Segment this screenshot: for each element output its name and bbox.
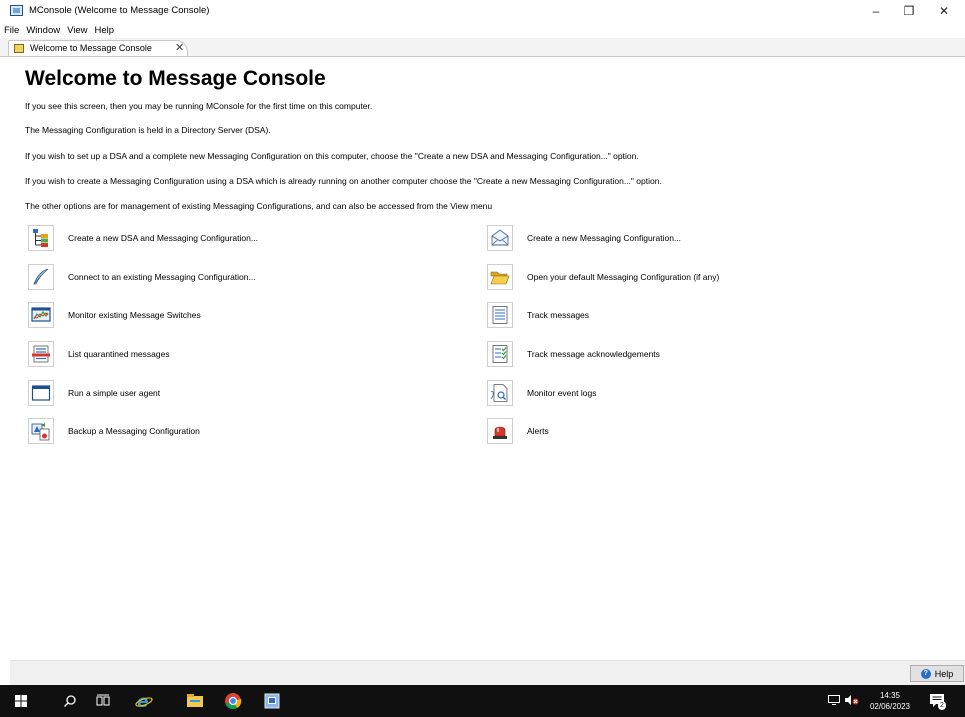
status-bar: ? Help <box>10 660 965 686</box>
option-label[interactable]: Create a new DSA and Messaging Configura… <box>68 233 258 243</box>
option-label[interactable]: Connect to an existing Messaging Configu… <box>68 272 256 282</box>
option-monitor-event-logs[interactable]: Monitor event logs <box>487 380 596 406</box>
dsa-paragraph: The Messaging Configuration is held in a… <box>25 125 271 135</box>
option-label[interactable]: Open your default Messaging Configuratio… <box>527 272 719 282</box>
taskbar: e 14:35 02/06/2023 2 <box>0 685 965 717</box>
minimize-button[interactable]: – <box>862 2 890 20</box>
alarm-light-icon[interactable] <box>487 418 513 444</box>
feather-pen-icon[interactable] <box>28 264 54 290</box>
option-label[interactable]: Create a new Messaging Configuration... <box>527 233 681 243</box>
menu-view[interactable]: View <box>63 23 90 38</box>
option-label[interactable]: List quarantined messages <box>68 349 170 359</box>
option-label[interactable]: Track message acknowledgements <box>527 349 660 359</box>
option-monitor-switches[interactable]: Monitor existing Message Switches <box>28 302 201 328</box>
option-alerts[interactable]: Alerts <box>487 418 549 444</box>
option-label[interactable]: Run a simple user agent <box>68 388 160 398</box>
windows-start-icon[interactable] <box>6 685 36 717</box>
option-label[interactable]: Alerts <box>527 426 549 436</box>
folder-open-icon[interactable] <box>487 264 513 290</box>
option-open-default-config[interactable]: Open your default Messaging Configuratio… <box>487 264 719 290</box>
file-explorer-icon[interactable] <box>180 685 210 717</box>
help-button[interactable]: ? Help <box>910 665 964 682</box>
menu-window[interactable]: Window <box>22 23 63 38</box>
option-label[interactable]: Backup a Messaging Configuration <box>68 426 200 436</box>
option-track-messages[interactable]: Track messages <box>487 302 589 328</box>
document-search-icon[interactable] <box>487 380 513 406</box>
option-list-quarantined[interactable]: List quarantined messages <box>28 341 170 367</box>
window-titlebar: MConsole (Welcome to Message Console) – … <box>0 0 965 22</box>
chrome-icon[interactable] <box>218 685 248 717</box>
maximize-button[interactable]: ❐ <box>895 2 923 20</box>
help-icon: ? <box>920 668 931 679</box>
window-title: MConsole (Welcome to Message Console) <box>29 5 210 16</box>
window-icon[interactable] <box>28 380 54 406</box>
menu-file[interactable]: File <box>0 23 22 38</box>
menu-help[interactable]: Help <box>91 23 118 38</box>
option-create-dsa-config[interactable]: Create a new DSA and Messaging Configura… <box>28 225 258 251</box>
help-button-label: Help <box>934 668 954 679</box>
checklist-icon[interactable] <box>487 341 513 367</box>
intro-paragraph: If you see this screen, then you may be … <box>25 101 373 111</box>
tree-hierarchy-icon[interactable] <box>28 225 54 251</box>
option-label[interactable]: Track messages <box>527 310 589 320</box>
notifications-icon[interactable]: 2 <box>925 685 949 717</box>
internet-explorer-icon[interactable]: e <box>129 685 159 717</box>
backup-icon[interactable] <box>28 418 54 444</box>
new-dsa-paragraph: If you wish to set up a DSA and a comple… <box>25 151 639 161</box>
clock-date: 02/06/2023 <box>869 702 911 711</box>
tab-label: Welcome to Message Console <box>30 43 152 53</box>
option-label[interactable]: Monitor event logs <box>527 388 596 398</box>
volume-muted-icon[interactable] <box>845 695 859 708</box>
tab-close-icon[interactable]: ✕ <box>175 41 184 54</box>
network-icon[interactable] <box>828 695 840 708</box>
envelope-icon[interactable] <box>487 225 513 251</box>
clock-time: 14:35 <box>879 691 901 700</box>
system-clock[interactable]: 14:35 02/06/2023 <box>864 690 916 712</box>
menu-bar: File Window View Help <box>0 23 117 38</box>
new-config-paragraph: If you wish to create a Messaging Config… <box>25 176 662 186</box>
notification-count-badge: 2 <box>938 701 946 710</box>
quarantine-list-icon[interactable] <box>28 341 54 367</box>
app-icon <box>10 5 23 16</box>
page-title: Welcome to Message Console <box>25 67 326 90</box>
option-run-user-agent[interactable]: Run a simple user agent <box>28 380 160 406</box>
task-view-icon[interactable] <box>88 685 118 717</box>
option-backup-config[interactable]: Backup a Messaging Configuration <box>28 418 200 444</box>
tab-welcome[interactable]: Welcome to Message Console ✕ <box>8 40 188 56</box>
other-options-paragraph: The other options are for management of … <box>25 201 493 211</box>
close-button[interactable]: ✕ <box>930 2 958 20</box>
welcome-tab-icon <box>14 44 24 53</box>
search-icon[interactable] <box>55 685 85 717</box>
mconsole-taskbar-icon[interactable] <box>257 685 287 717</box>
tab-strip: Welcome to Message Console ✕ <box>0 38 965 57</box>
option-track-acknowledgements[interactable]: Track message acknowledgements <box>487 341 660 367</box>
option-connect-config[interactable]: Connect to an existing Messaging Configu… <box>28 264 256 290</box>
monitor-graph-icon[interactable] <box>28 302 54 328</box>
option-create-config[interactable]: Create a new Messaging Configuration... <box>487 225 681 251</box>
document-lines-icon[interactable] <box>487 302 513 328</box>
option-label[interactable]: Monitor existing Message Switches <box>68 310 201 320</box>
